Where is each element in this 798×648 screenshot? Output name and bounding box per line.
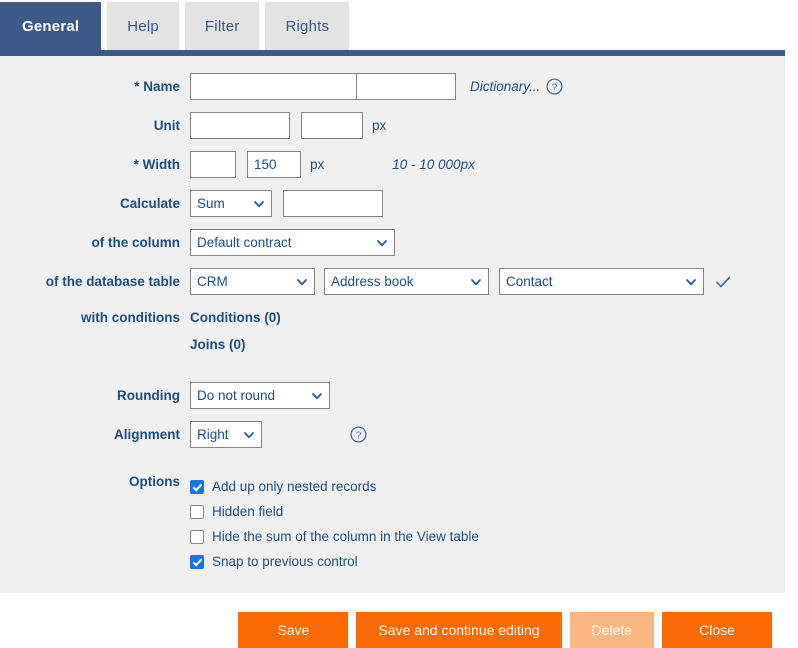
dialog-footer: Save Save and continue editing Delete Cl… [0, 593, 798, 648]
form-row-width: * Width px 10 - 10 000px [0, 151, 785, 178]
table-select-value: Contact [506, 274, 553, 289]
of-the-column-value: Default contract [197, 235, 292, 250]
checkbox-add-up-only-nested-records[interactable] [190, 479, 204, 494]
table-select[interactable]: Contact [499, 268, 704, 295]
chevron-down-icon [243, 429, 255, 441]
delete-button: Delete [569, 612, 654, 648]
database-select[interactable]: CRM [190, 268, 315, 295]
option-label: Add up only nested records [212, 479, 377, 494]
chevron-down-icon [253, 198, 265, 210]
tab-bar: General Help Filter Rights [0, 0, 798, 56]
close-button[interactable]: Close [662, 612, 772, 648]
chevron-down-icon [470, 276, 482, 288]
unit-input-primary[interactable] [190, 112, 290, 139]
option-snap-to-previous-control[interactable]: Snap to previous control [190, 549, 479, 574]
chevron-down-icon [311, 390, 323, 402]
rounding-label: Rounding [117, 387, 180, 403]
checkbox-hidden-field[interactable] [190, 504, 204, 519]
column-form: * Name Dictionary... ? Unit px * Width 1… [0, 56, 785, 574]
calculate-function-select[interactable]: Sum [190, 190, 272, 217]
width-input-secondary[interactable] [247, 151, 301, 178]
name-input-secondary[interactable] [356, 73, 456, 100]
width-range-hint: 10 - 10 000px [392, 157, 475, 172]
option-label: Hidden field [212, 504, 284, 519]
name-fields: Dictionary... ? [190, 73, 563, 100]
alignment-select-value: Right [197, 427, 229, 442]
tab-filter[interactable]: Filter [184, 2, 260, 51]
width-fields: px 10 - 10 000px [190, 151, 475, 178]
joins-fields: Joins (0) [190, 335, 246, 355]
alignment-fields: Right ? [190, 421, 367, 448]
checkmark-icon[interactable] [714, 273, 732, 291]
tab-general[interactable]: General [0, 2, 102, 51]
width-input-primary[interactable] [190, 151, 236, 178]
of-the-column-fields: Default contract [190, 229, 395, 256]
form-row-of-the-column: of the column Default contract [0, 229, 785, 256]
svg-text:?: ? [356, 430, 362, 441]
tab-list: General Help Filter Rights [0, 2, 355, 51]
chevron-down-icon [685, 276, 697, 288]
calculate-fields: Sum [190, 190, 383, 217]
svg-text:?: ? [552, 82, 558, 93]
option-label: Snap to previous control [212, 554, 358, 569]
form-row-alignment: Alignment Right ? [0, 421, 785, 448]
rounding-select-value: Do not round [197, 388, 276, 403]
options-list: Add up only nested records Hidden field … [190, 474, 479, 574]
width-suffix-px: px [310, 157, 325, 172]
database-select-value: CRM [197, 274, 228, 289]
dictionary-link[interactable]: Dictionary... [470, 79, 540, 94]
tab-rights[interactable]: Rights [265, 2, 350, 51]
options-label: Options [129, 474, 180, 489]
unit-input-secondary[interactable] [301, 112, 363, 139]
footer-button-row: Save Save and continue editing Delete Cl… [230, 612, 772, 648]
chevron-down-icon [376, 237, 388, 249]
table-group-select-value: Address book [331, 274, 414, 289]
column-settings-dialog: General Help Filter Rights * Name Dictio… [0, 0, 798, 648]
calculate-extra-input[interactable] [283, 190, 383, 217]
of-the-column-label: of the column [91, 234, 181, 250]
question-mark-circle-icon[interactable]: ? [546, 78, 563, 95]
conditions-link[interactable]: Conditions (0) [190, 308, 281, 328]
of-the-column-select[interactable]: Default contract [190, 229, 395, 256]
of-the-database-table-label: of the database table [45, 273, 180, 289]
form-row-name: * Name Dictionary... ? [0, 73, 785, 100]
option-hide-sum-of-column[interactable]: Hide the sum of the column in the View t… [190, 524, 479, 549]
form-row-with-conditions: with conditions Conditions (0) [0, 307, 785, 329]
calculate-label: Calculate [119, 195, 180, 211]
option-hidden-field[interactable]: Hidden field [190, 499, 479, 524]
unit-label: Unit [153, 117, 180, 133]
chevron-down-icon [296, 276, 308, 288]
option-add-up-only-nested-records[interactable]: Add up only nested records [190, 474, 479, 499]
joins-link[interactable]: Joins (0) [190, 335, 246, 355]
unit-suffix-px: px [372, 118, 387, 133]
option-label: Hide the sum of the column in the View t… [212, 529, 479, 544]
form-row-calculate: Calculate Sum [0, 190, 785, 217]
form-row-rounding: Rounding Do not round [0, 382, 785, 409]
width-label: * Width [133, 156, 180, 172]
with-conditions-label: with conditions [81, 310, 180, 325]
name-input-primary[interactable] [190, 73, 356, 100]
table-group-select[interactable]: Address book [324, 268, 489, 295]
save-button[interactable]: Save [238, 612, 349, 648]
alignment-label: Alignment [114, 426, 180, 442]
save-and-continue-editing-button[interactable]: Save and continue editing [356, 612, 562, 648]
form-row-unit: Unit px [0, 112, 785, 139]
unit-fields: px [190, 112, 386, 139]
general-tab-panel: * Name Dictionary... ? Unit px * Width 1… [0, 56, 785, 593]
rounding-select[interactable]: Do not round [190, 382, 330, 409]
form-row-options: Options Add up only nested records Hidde… [0, 474, 785, 574]
checkbox-hide-sum-of-column[interactable] [190, 529, 204, 544]
name-label: * Name [134, 78, 180, 94]
form-row-joins: Joins (0) [0, 334, 785, 356]
calculate-function-value: Sum [197, 196, 225, 211]
rounding-fields: Do not round [190, 382, 330, 409]
of-the-database-table-fields: CRM Address book Contact [190, 268, 732, 295]
tab-help[interactable]: Help [107, 2, 179, 51]
checkbox-snap-to-previous-control[interactable] [190, 554, 204, 569]
alignment-select[interactable]: Right [190, 421, 262, 448]
with-conditions-fields: Conditions (0) [190, 308, 281, 328]
form-row-of-the-database-table: of the database table CRM Address book C… [0, 268, 785, 295]
question-mark-circle-icon[interactable]: ? [350, 426, 367, 443]
